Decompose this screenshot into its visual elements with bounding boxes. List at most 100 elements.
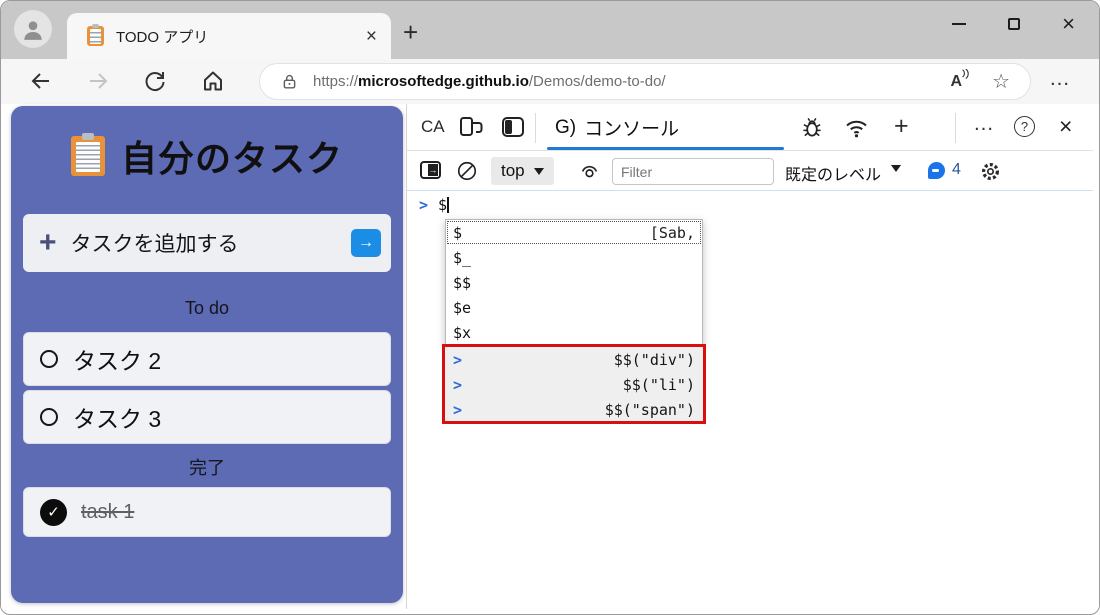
- profile-avatar[interactable]: [14, 10, 52, 48]
- window-maximize-button[interactable]: [1008, 18, 1020, 30]
- todo-title: 自分のタスク: [121, 130, 343, 182]
- task-label: タスク 2: [73, 342, 161, 376]
- task-item[interactable]: タスク 3: [23, 390, 391, 444]
- autocomplete-item[interactable]: $$: [446, 270, 702, 295]
- window-close-button[interactable]: ×: [1062, 13, 1075, 35]
- clear-console-icon[interactable]: [456, 160, 478, 182]
- clipboard-icon: [71, 136, 105, 176]
- task-item[interactable]: タスク 2: [23, 332, 391, 386]
- todo-header: 自分のタスク: [11, 130, 403, 182]
- add-task-placeholder: タスクを追加する: [71, 228, 351, 258]
- console-autocomplete-dropdown: $ [Sab, $_ $$ $e $x: [445, 219, 703, 346]
- section-title-todo: To do: [11, 298, 403, 319]
- url-path: /Demos/demo-to-do/: [529, 73, 666, 90]
- autocomplete-detail: [Sab,: [650, 224, 695, 242]
- read-aloud-icon[interactable]: A: [951, 73, 963, 91]
- history-chevron: >: [453, 401, 462, 419]
- autocomplete-item-selected[interactable]: $ [Sab,: [446, 220, 702, 245]
- page-content: 自分のタスク + タスクを追加する → To do タスク 2 タスク 3 完了…: [1, 104, 1100, 609]
- task-label: タスク 3: [73, 400, 161, 434]
- arrow-right-icon: →: [358, 234, 374, 252]
- filter-input[interactable]: [612, 158, 774, 185]
- sound-waves-icon: [961, 69, 971, 81]
- url-scheme: https://: [313, 73, 358, 90]
- lock-icon[interactable]: [280, 72, 299, 91]
- reload-icon[interactable]: [143, 69, 167, 93]
- history-command: $$("span"): [605, 401, 695, 419]
- red-annotation-box: > $$("div") > $$("li") > $$("span"): [442, 344, 706, 424]
- chevron-down-icon: [534, 168, 544, 175]
- tab-close-icon[interactable]: ×: [366, 27, 377, 46]
- message-count: 4: [952, 161, 961, 179]
- console-prompt[interactable]: > $: [419, 196, 449, 214]
- browser-tab-todo-app[interactable]: TODO アプリ ×: [67, 13, 391, 59]
- autocomplete-label: $: [453, 224, 462, 242]
- browser-menu-icon[interactable]: …: [1049, 67, 1071, 91]
- console-prompt-chevron: >: [419, 196, 428, 214]
- autocomplete-item[interactable]: $_: [446, 245, 702, 270]
- task-item-done[interactable]: ✓ task 1: [23, 487, 391, 537]
- history-chevron: >: [453, 351, 462, 369]
- console-input-value: $: [438, 196, 449, 214]
- text-caret: [447, 197, 449, 213]
- active-tab-underline: [547, 147, 784, 150]
- log-levels-dropdown[interactable]: 既定のレベル: [785, 161, 881, 185]
- history-chevron: >: [453, 376, 462, 394]
- address-bar[interactable]: https://microsoftedge.github.io/Demos/de…: [259, 63, 1031, 100]
- todo-app-panel: 自分のタスク + タスクを追加する → To do タスク 2 タスク 3 完了…: [11, 106, 403, 603]
- inspect-element-icon[interactable]: CA: [421, 117, 445, 137]
- console-tab-label: コンソール: [584, 114, 679, 141]
- divider: [535, 113, 536, 143]
- console-toolbar: → top 既定のレベル 4: [407, 151, 1093, 191]
- plus-icon: +: [39, 228, 57, 258]
- devtools-tab-console[interactable]: G) コンソール: [545, 104, 689, 151]
- live-expression-eye-icon[interactable]: [578, 160, 601, 182]
- console-history-item[interactable]: > $$("span"): [445, 397, 703, 422]
- devtools-panel: CA G) コンソール: [406, 104, 1093, 609]
- devtools-tabbar: CA G) コンソール: [407, 104, 1093, 151]
- new-tab-button[interactable]: +: [403, 17, 418, 48]
- add-task-submit-button[interactable]: →: [351, 229, 381, 257]
- divider: [955, 113, 956, 143]
- history-command: $$("div"): [614, 351, 695, 369]
- settings-gear-icon[interactable]: [979, 160, 1002, 183]
- messages-bubble-icon[interactable]: [928, 162, 945, 179]
- person-icon: [20, 16, 46, 42]
- browser-navbar: https://microsoftedge.github.io/Demos/de…: [1, 59, 1100, 104]
- url-host: microsoftedge.github.io: [358, 73, 529, 90]
- help-icon[interactable]: ?: [1014, 116, 1035, 137]
- activity-bar-panel-icon[interactable]: [501, 116, 525, 138]
- check-mark-icon: ✓: [47, 503, 60, 521]
- context-selector-dropdown[interactable]: top: [491, 157, 554, 185]
- home-icon[interactable]: [201, 69, 225, 93]
- devtools-close-icon[interactable]: ×: [1059, 115, 1072, 138]
- history-command: $$("li"): [623, 376, 695, 394]
- bug-debug-icon[interactable]: [800, 116, 824, 139]
- add-task-input[interactable]: + タスクを追加する →: [23, 214, 391, 272]
- more-tabs-icon[interactable]: +: [894, 112, 909, 141]
- network-wifi-icon[interactable]: [844, 116, 869, 139]
- task-checked-icon[interactable]: ✓: [40, 499, 67, 526]
- task-label-done: task 1: [81, 501, 134, 524]
- window-minimize-button[interactable]: [952, 23, 966, 25]
- browser-window: TODO アプリ × + × ht: [0, 0, 1100, 615]
- autocomplete-item[interactable]: $x: [446, 320, 702, 345]
- tab-strip: TODO アプリ × + ×: [1, 1, 1100, 59]
- url-text: https://microsoftedge.github.io/Demos/de…: [313, 73, 951, 90]
- context-selector-label: top: [501, 161, 525, 181]
- tab-title: TODO アプリ: [116, 26, 366, 47]
- task-unchecked-circle-icon[interactable]: [40, 408, 58, 426]
- tab-favicon-clipboard-icon: [87, 26, 104, 46]
- device-emulation-icon[interactable]: [459, 116, 484, 138]
- console-sidebar-icon[interactable]: →: [420, 161, 441, 179]
- task-unchecked-circle-icon[interactable]: [40, 350, 58, 368]
- back-icon[interactable]: [29, 69, 53, 93]
- chevron-down-icon[interactable]: [891, 165, 901, 172]
- console-history-item[interactable]: > $$("li"): [445, 372, 703, 397]
- favorite-star-icon[interactable]: ☆: [992, 69, 1010, 94]
- devtools-menu-icon[interactable]: …: [973, 112, 995, 136]
- autocomplete-item[interactable]: $e: [446, 295, 702, 320]
- console-history-item[interactable]: > $$("div"): [445, 347, 703, 372]
- forward-icon[interactable]: [86, 69, 110, 93]
- section-title-done: 完了: [11, 454, 403, 480]
